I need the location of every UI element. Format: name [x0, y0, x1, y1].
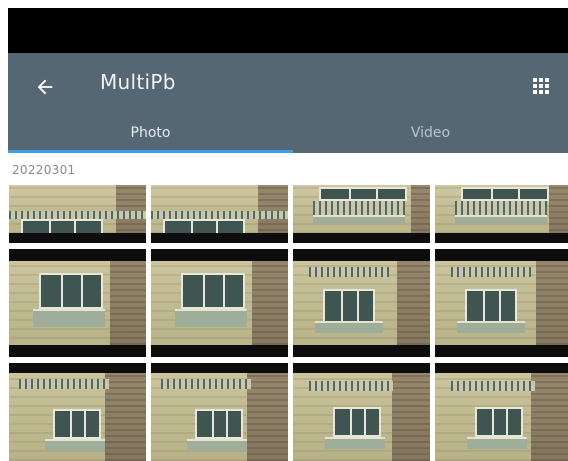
photo-thumbnail[interactable]: [151, 185, 288, 243]
photo-thumbnail[interactable]: [9, 249, 146, 357]
status-bar: [8, 8, 568, 53]
arrow-left-icon: [37, 79, 53, 95]
photo-thumbnail[interactable]: [293, 363, 430, 461]
grid-view-button[interactable]: [526, 71, 556, 101]
app-title: MultiPb: [100, 70, 176, 94]
group-date-label: 20220301: [12, 163, 76, 177]
back-button[interactable]: [30, 72, 60, 102]
grid-view-icon: [533, 78, 549, 94]
tab-bar: Photo Video: [8, 113, 568, 153]
tab-video[interactable]: Video: [293, 113, 568, 153]
photo-thumbnail[interactable]: [9, 185, 146, 243]
photo-thumbnail[interactable]: [435, 249, 568, 357]
app-screen: MultiPb Photo Video 20220301: [0, 0, 568, 461]
photo-thumbnail[interactable]: [293, 249, 430, 357]
app-bar: MultiPb Photo Video: [8, 53, 568, 153]
photo-thumbnail[interactable]: [9, 363, 146, 461]
photo-thumbnail[interactable]: [293, 185, 430, 243]
photo-grid: [9, 185, 568, 461]
tab-photo[interactable]: Photo: [8, 113, 293, 153]
photo-thumbnail[interactable]: [435, 363, 568, 461]
photo-thumbnail[interactable]: [151, 249, 288, 357]
tab-indicator: [8, 150, 293, 153]
photo-thumbnail[interactable]: [435, 185, 568, 243]
photo-thumbnail[interactable]: [151, 363, 288, 461]
